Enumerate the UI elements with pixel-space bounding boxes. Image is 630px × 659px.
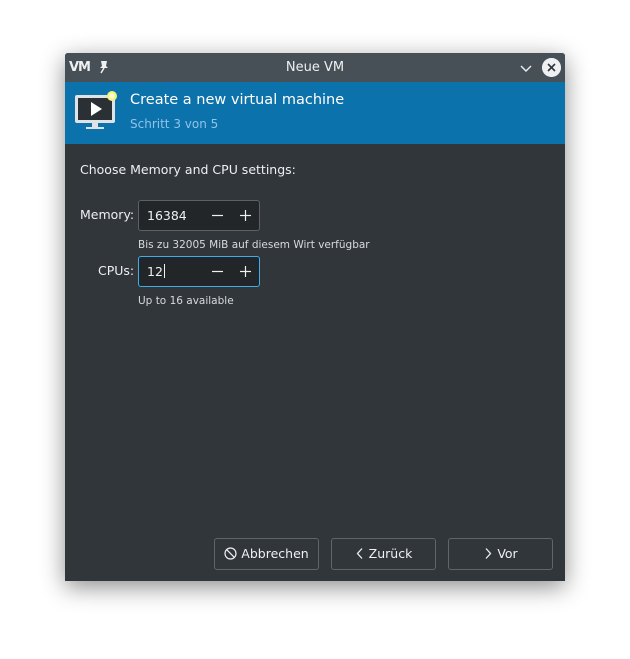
- close-icon[interactable]: [542, 58, 561, 77]
- cancel-icon: [224, 547, 237, 560]
- cpus-hint: Up to 16 available: [138, 295, 234, 307]
- title-bar[interactable]: VM Neue VM: [65, 53, 565, 82]
- wizard-step-indicator: Schritt 3 von 5: [130, 117, 219, 131]
- chevron-right-icon: [485, 548, 492, 559]
- forward-button[interactable]: Vor: [448, 538, 553, 570]
- section-label: Choose Memory and CPU settings:: [80, 162, 296, 177]
- cpus-spinbox[interactable]: 12: [138, 256, 260, 287]
- chevron-down-icon[interactable]: [518, 60, 534, 76]
- wizard-banner: Create a new virtual machine Schritt 3 v…: [65, 82, 565, 144]
- cancel-button[interactable]: Abbrechen: [214, 538, 319, 570]
- virtual-machine-icon: [75, 91, 117, 129]
- memory-hint: Bis zu 32005 MiB auf diesem Wirt verfügb…: [138, 239, 370, 251]
- memory-spinbox[interactable]: 16384: [138, 200, 260, 231]
- cancel-button-label: Abbrechen: [241, 546, 309, 561]
- text-caret: [163, 264, 165, 278]
- cpus-value[interactable]: 12: [147, 264, 163, 279]
- memory-value[interactable]: 16384: [147, 208, 187, 223]
- dialog-window: VM Neue VM Create a new virtual machine …: [65, 53, 565, 581]
- cpus-increment-button[interactable]: [237, 263, 254, 280]
- cpus-decrement-button[interactable]: [209, 263, 226, 280]
- back-button[interactable]: Zurück: [331, 538, 436, 570]
- cpus-value-wrapper[interactable]: 12: [147, 264, 165, 279]
- window-title: Neue VM: [285, 60, 345, 75]
- wizard-heading: Create a new virtual machine: [130, 92, 345, 108]
- memory-label: Memory:: [80, 207, 135, 222]
- chevron-left-icon: [356, 548, 363, 559]
- forward-button-label: Vor: [497, 546, 518, 561]
- memory-decrement-button[interactable]: [209, 207, 226, 224]
- cpus-label: CPUs:: [98, 263, 135, 278]
- memory-increment-button[interactable]: [237, 207, 254, 224]
- back-button-label: Zurück: [368, 546, 413, 561]
